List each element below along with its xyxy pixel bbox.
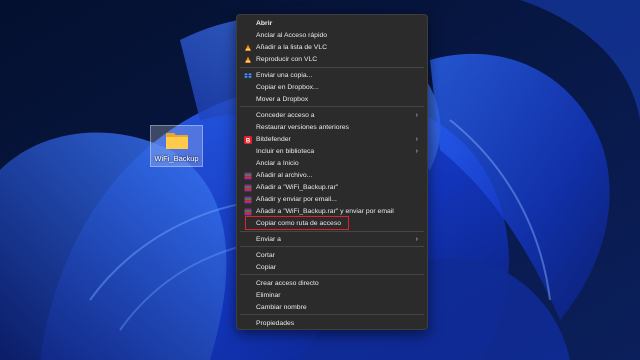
menu-item-label: Incluir en biblioteca — [256, 148, 315, 155]
chevron-right-icon: › — [415, 136, 418, 143]
menu-item-enviar-una-copia[interactable]: Enviar una copia... — [240, 70, 424, 82]
menu-item-label: Enviar a — [256, 236, 281, 243]
menu-item-label: Restaurar versiones anteriores — [256, 124, 349, 131]
menu-item-copiar-como-ruta-de-acceso[interactable]: Copiar como ruta de acceso — [240, 218, 424, 230]
menu-item-label: Eliminar — [256, 292, 281, 299]
menu-item-reproducir-con-vlc[interactable]: Reproducir con VLC — [240, 54, 424, 66]
menu-item-label: Añadir y enviar por email... — [256, 196, 337, 203]
menu-item-abrir[interactable]: Abrir — [240, 18, 424, 30]
folder-icon — [166, 133, 188, 149]
menu-item-mover-a-dropbox[interactable]: Mover a Dropbox — [240, 94, 424, 106]
menu-item-label: Copiar en Dropbox... — [256, 84, 319, 91]
menu-item-incluir-en-biblioteca[interactable]: Incluir en biblioteca › — [240, 146, 424, 158]
menu-item-label: Cortar — [256, 252, 275, 259]
winrar-icon — [244, 184, 252, 192]
winrar-icon — [244, 172, 252, 180]
svg-text:B: B — [246, 138, 251, 144]
menu-item-anadir-a-wifi-backup-rar-y-enviar-por-email[interactable]: Añadir a "WiFi_Backup.rar" y enviar por … — [240, 206, 424, 218]
menu-item-anadir-a-la-lista-de-vlc[interactable]: Añadir a la lista de VLC — [240, 42, 424, 54]
menu-item-label: Abrir — [256, 20, 273, 27]
menu-item-cambiar-nombre[interactable]: Cambiar nombre — [240, 302, 424, 314]
winrar-icon — [244, 196, 252, 204]
menu-item-label: Añadir al archivo... — [256, 172, 313, 179]
folder-label: WiFi_Backup — [154, 154, 199, 163]
menu-item-anadir-a-wifi-backup-rar[interactable]: Añadir a "WiFi_Backup.rar" — [240, 182, 424, 194]
menu-item-anclar-al-acceso-rapido[interactable]: Anclar al Acceso rápido — [240, 30, 424, 42]
menu-item-conceder-acceso-a[interactable]: Conceder acceso a › — [240, 110, 424, 122]
context-menu: Abrir Anclar al Acceso rápido Añadir a la … — [236, 14, 428, 330]
menu-item-label: Copiar — [256, 264, 277, 271]
menu-item-label: Propiedades — [256, 320, 295, 327]
menu-item-copiar-en-dropbox[interactable]: Copiar en Dropbox... — [240, 82, 424, 94]
menu-item-bitdefender[interactable]: B Bitdefender › — [240, 134, 424, 146]
vlc-icon — [244, 56, 252, 64]
menu-item-label: Añadir a la lista de VLC — [256, 44, 328, 51]
bitdefender-icon: B — [244, 136, 252, 144]
menu-item-label: Cambiar nombre — [256, 304, 307, 311]
menu-item-label: Mover a Dropbox — [256, 96, 309, 103]
menu-item-label: Conceder acceso a — [256, 112, 315, 119]
menu-item-eliminar[interactable]: Eliminar — [240, 290, 424, 302]
chevron-right-icon: › — [415, 236, 418, 243]
menu-item-label: Crear acceso directo — [256, 280, 319, 287]
menu-item-label: Anclar al Acceso rápido — [256, 32, 328, 39]
menu-item-anadir-y-enviar-por-email[interactable]: Añadir y enviar por email... — [240, 194, 424, 206]
chevron-right-icon: › — [415, 112, 418, 119]
winrar-icon — [244, 208, 252, 216]
menu-separator — [240, 314, 424, 315]
menu-item-label: Anclar a Inicio — [256, 160, 299, 167]
menu-separator — [240, 106, 424, 107]
menu-item-enviar-a[interactable]: Enviar a › — [240, 234, 424, 246]
menu-item-anclar-a-inicio[interactable]: Anclar a Inicio — [240, 158, 424, 170]
menu-item-label: Enviar una copia... — [256, 72, 313, 79]
menu-item-anadir-al-archivo[interactable]: Añadir al archivo... — [240, 170, 424, 182]
menu-item-copiar[interactable]: Copiar — [240, 262, 424, 274]
desktop-folder-wifi-backup[interactable]: WiFi_Backup — [150, 125, 203, 167]
vlc-icon — [244, 44, 252, 52]
menu-item-label: Reproducir con VLC — [256, 56, 318, 63]
menu-separator — [240, 274, 424, 275]
dropbox-icon — [244, 72, 252, 80]
menu-item-cortar[interactable]: Cortar — [240, 250, 424, 262]
menu-item-label: Añadir a "WiFi_Backup.rar" — [256, 184, 339, 191]
menu-separator — [240, 67, 424, 68]
menu-separator — [240, 246, 424, 247]
menu-separator — [240, 231, 424, 232]
chevron-right-icon: › — [415, 148, 418, 155]
menu-item-crear-acceso-directo[interactable]: Crear acceso directo — [240, 278, 424, 290]
menu-item-propiedades[interactable]: Propiedades — [240, 318, 424, 330]
menu-item-label: Bitdefender — [256, 136, 291, 143]
menu-item-restaurar-versiones-anteriores[interactable]: Restaurar versiones anteriores — [240, 122, 424, 134]
menu-item-label: Copiar como ruta de acceso — [256, 220, 342, 227]
menu-item-label: Añadir a "WiFi_Backup.rar" y enviar por … — [256, 208, 394, 215]
